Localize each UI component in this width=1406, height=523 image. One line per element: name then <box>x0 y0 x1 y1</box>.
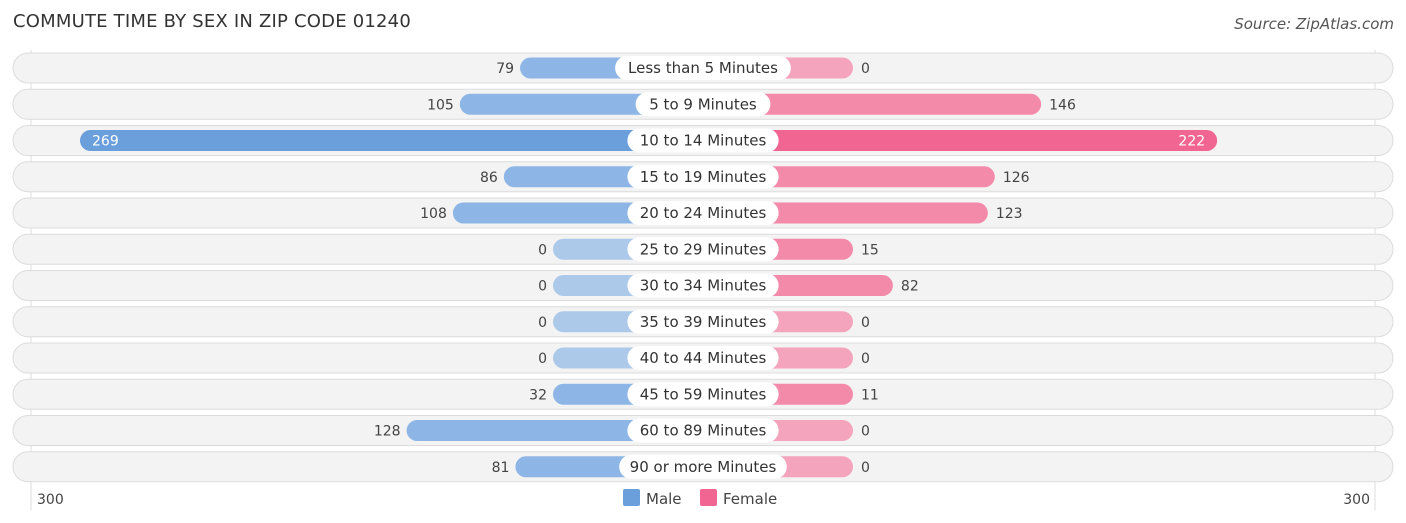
male-value-label: 128 <box>374 424 401 440</box>
male-value-label: 0 <box>538 315 547 331</box>
female-value-label: 0 <box>861 61 870 77</box>
category-label: Less than 5 Minutes <box>628 59 778 77</box>
female-value-label: 0 <box>861 424 870 440</box>
male-value-label: 32 <box>529 387 547 403</box>
legend-label-male: Male <box>646 490 682 508</box>
category-label: 60 to 89 Minutes <box>640 422 767 440</box>
male-value-label: 0 <box>538 242 547 258</box>
chart: Less than 5 Minutes 79 0 5 to 9 Minutes 105 1… <box>12 50 1394 510</box>
female-value-label: 15 <box>861 242 879 258</box>
category-label: 35 to 39 Minutes <box>640 313 767 331</box>
category-label: 5 to 9 Minutes <box>649 95 757 113</box>
female-value-label: 0 <box>861 315 870 331</box>
category-label: 15 to 19 Minutes <box>640 168 767 186</box>
female-bar <box>703 130 1218 151</box>
category-label: 30 to 34 Minutes <box>640 277 767 295</box>
female-value-label: 11 <box>861 387 879 403</box>
female-value-label: 123 <box>996 206 1023 222</box>
male-value-label: 105 <box>427 97 454 113</box>
male-value-label: 86 <box>480 170 498 186</box>
category-label: 20 to 24 Minutes <box>640 204 767 222</box>
female-value-label: 0 <box>861 460 870 476</box>
legend-swatch-female <box>700 489 717 506</box>
axis-label-left: 300 <box>37 492 64 508</box>
category-label: 25 to 29 Minutes <box>640 240 767 258</box>
male-bar <box>80 130 703 151</box>
male-value-label: 0 <box>538 351 547 367</box>
female-value-label: 222 <box>1178 134 1205 150</box>
male-value-label: 269 <box>92 134 119 150</box>
female-value-label: 82 <box>901 279 919 295</box>
category-label: 90 or more Minutes <box>630 458 777 476</box>
category-label: 45 to 59 Minutes <box>640 385 767 403</box>
male-value-label: 81 <box>492 460 510 476</box>
axis-label-right: 300 <box>1343 492 1370 508</box>
category-label: 40 to 44 Minutes <box>640 349 767 367</box>
legend-label-female: Female <box>723 490 777 508</box>
legend-swatch-male <box>623 489 640 506</box>
male-value-label: 0 <box>538 279 547 295</box>
category-label: 10 to 14 Minutes <box>640 132 767 150</box>
female-value-label: 0 <box>861 351 870 367</box>
male-value-label: 79 <box>496 61 514 77</box>
female-value-label: 146 <box>1049 97 1076 113</box>
female-value-label: 126 <box>1003 170 1030 186</box>
male-value-label: 108 <box>420 206 447 222</box>
